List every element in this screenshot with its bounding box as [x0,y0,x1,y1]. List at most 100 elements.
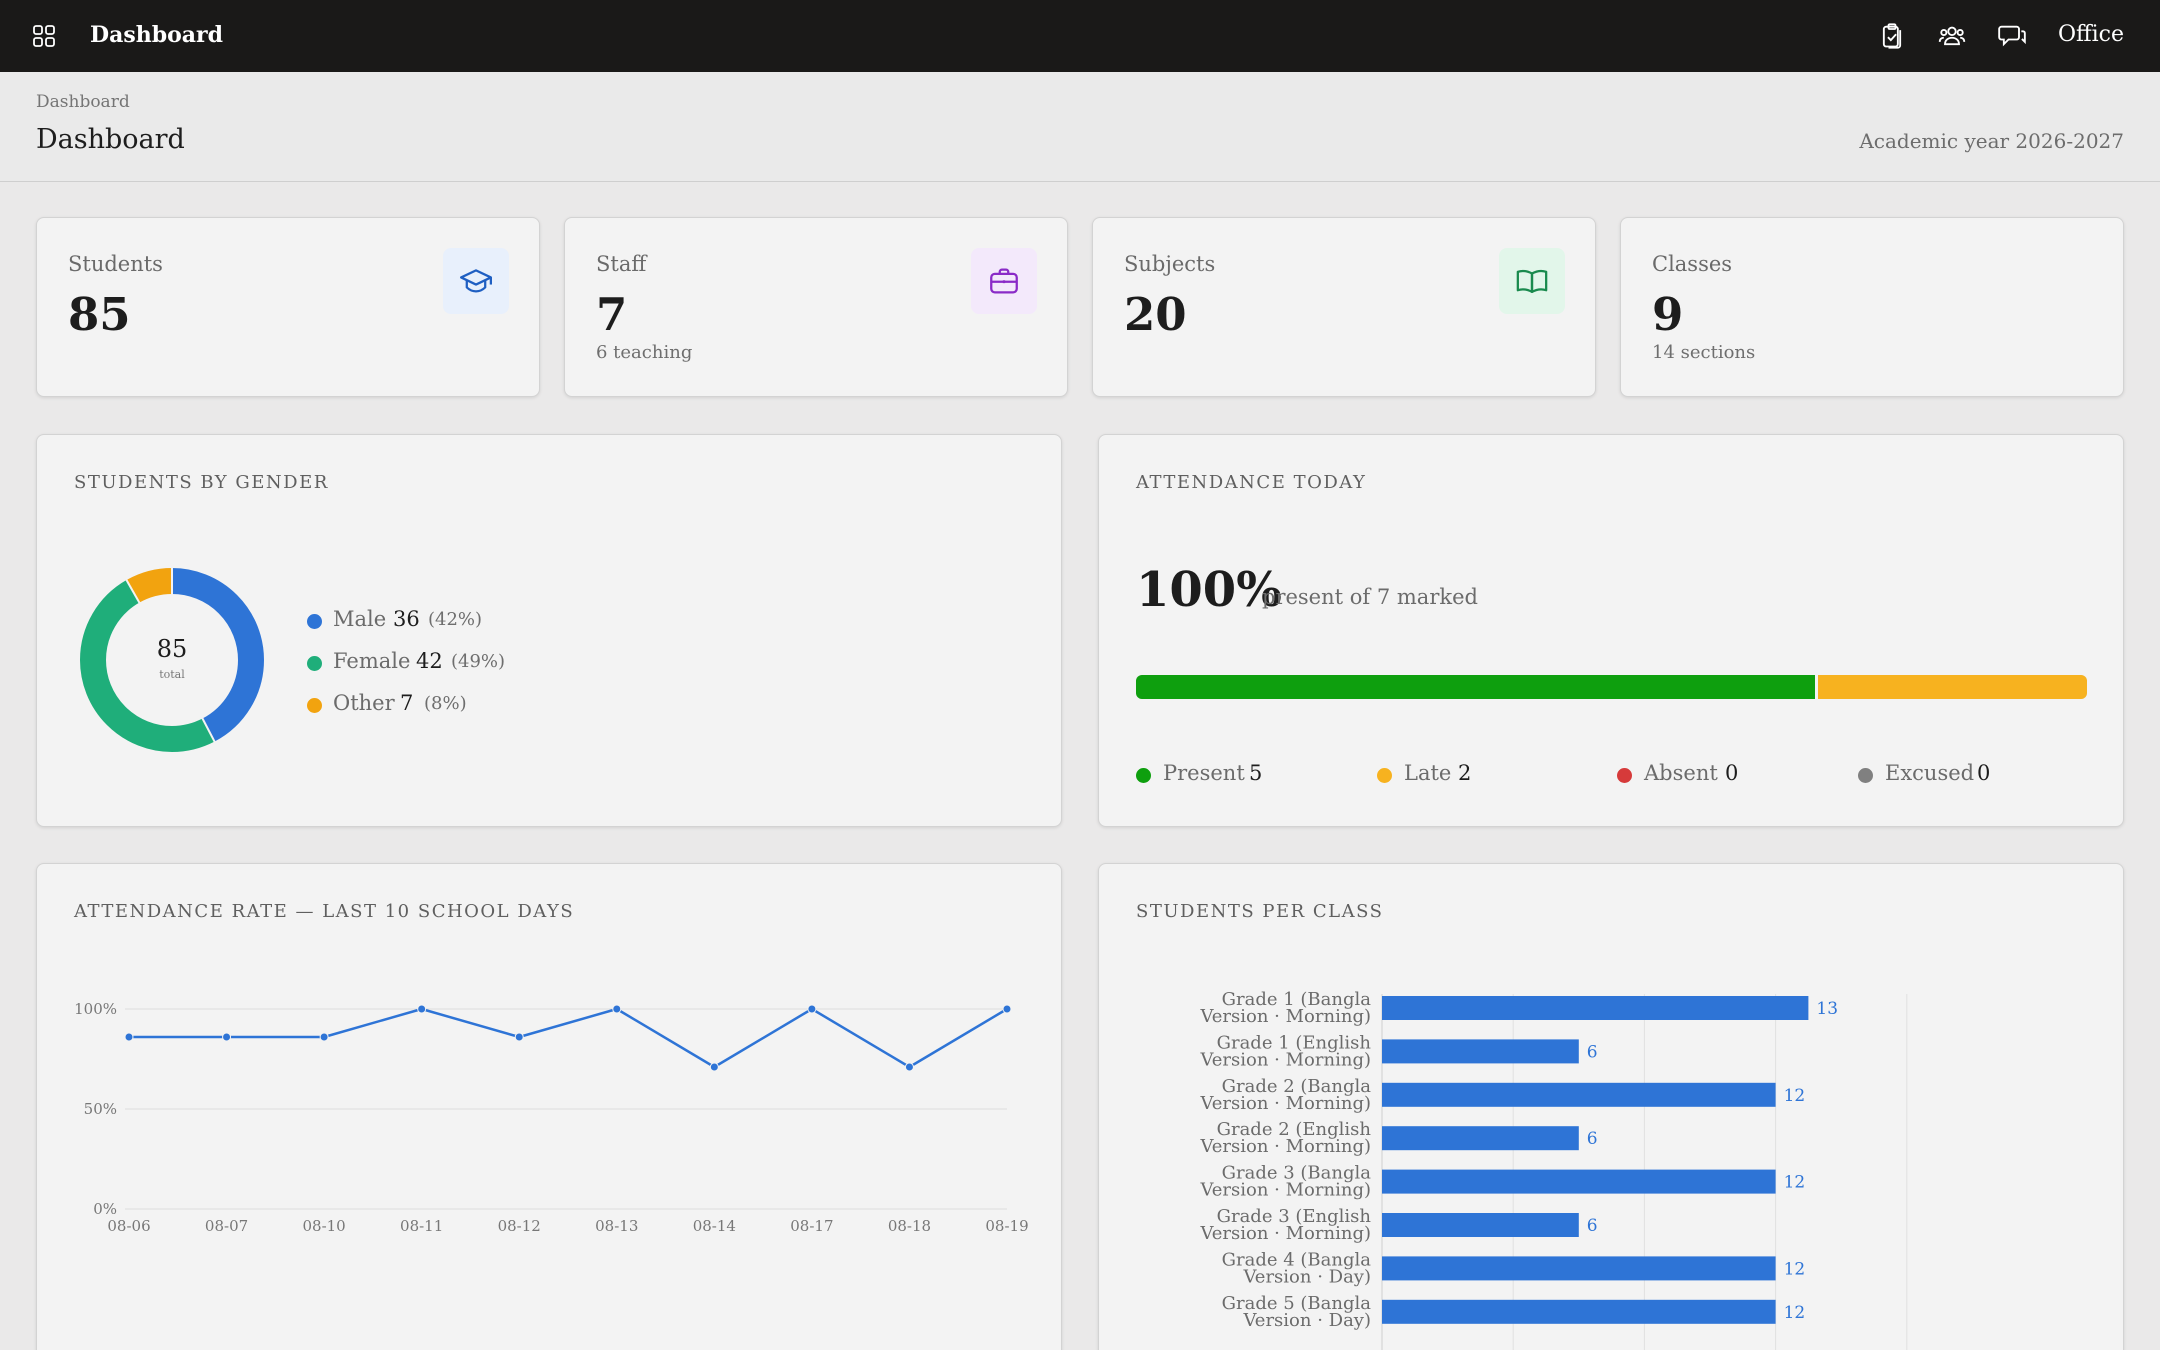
app-title[interactable]: Dashboard [90,22,223,48]
legend-percent: (42%) [428,609,483,630]
attendance-bar-present [1136,675,1816,699]
stat-card-subjects[interactable]: Subjects 20 [1092,217,1596,397]
apps-grid-icon[interactable] [32,24,56,48]
data-point[interactable] [807,1004,817,1014]
legend-name: Female [333,649,411,673]
y-tick-label-line: Version · Morning) [1199,1093,1371,1114]
book-open-icon [1516,269,1548,294]
user-menu[interactable]: Office [2058,22,2124,47]
y-tick-label: Grade 2 (Bangla Version · Morning) [1199,1076,1371,1114]
academic-year: Academic year 2026-2027 [1859,129,2124,153]
attendance-percent: 100% [1136,562,1282,618]
graduation-cap-icon [459,269,493,293]
page-header: Dashboard Dashboard Academic year 2026-2… [0,72,2160,182]
stat-value: 20 [1124,288,1187,341]
legend-name: Male [333,607,387,631]
bar[interactable] [1382,996,1809,1020]
legend-dot [307,698,322,713]
clipboard-check-icon[interactable] [1878,22,1906,50]
page-title: Dashboard [36,124,185,155]
gender-card: STUDENTS BY GENDER 85 total Male 36 (42%… [36,434,1062,827]
legend-dot [1377,768,1392,783]
students-per-class-card: STUDENTS PER CLASS Grade 1 (Bangla Versio… [1098,863,2124,1350]
data-point[interactable] [612,1004,622,1014]
x-tick-label: 08-19 [985,1217,1028,1235]
bar-value-label: 12 [1784,1303,1806,1323]
attendance-stacked-bar [1136,675,2087,699]
data-point[interactable] [1002,1004,1012,1014]
stat-card-students[interactable]: Students 85 [36,217,540,397]
y-tick-label-line: Version · Day) [1242,1266,1371,1287]
bar[interactable] [1382,1126,1579,1151]
stat-label: Staff [596,252,647,276]
x-tick-label: 08-10 [302,1217,345,1235]
data-point[interactable] [124,1032,134,1042]
legend-dot [1136,768,1151,783]
legend-name: Absent [1644,761,1718,785]
y-tick-label-line: Version · Day) [1242,1310,1371,1331]
top-bar: Dashboard Office [0,0,2160,72]
legend-dot [1617,768,1632,783]
legend-percent: (8%) [424,693,467,714]
bar[interactable] [1382,1213,1579,1237]
stat-value: 9 [1652,288,1684,341]
donut-total-label: total [159,668,185,681]
bar-value-label: 6 [1587,1129,1598,1149]
x-tick-label: 08-17 [790,1217,833,1235]
bar[interactable] [1382,1039,1579,1064]
data-point[interactable] [904,1062,914,1072]
legend-name: Other [333,691,395,715]
y-tick-label: Grade 2 (English Version · Morning) [1199,1119,1371,1157]
legend-dot [1858,768,1873,783]
legend-dot [307,614,322,629]
attendance-line-chart: 0% 50% 100% 08-06 08-07 08-10 08-11 08-12 08-13 0… [74,1000,1029,1235]
y-tick-label: Grade 3 (Bangla Version · Morning) [1199,1163,1371,1201]
stat-icon-box [443,248,509,314]
x-tick-label: 08-18 [888,1217,931,1235]
bar-value-label: 12 [1784,1259,1806,1279]
legend-count: 42 [416,649,443,673]
stat-label: Subjects [1124,252,1216,276]
bar[interactable] [1382,1256,1776,1281]
chat-bubbles-icon[interactable] [1998,22,2026,50]
bar-value-label: 12 [1784,1086,1806,1106]
data-point[interactable] [709,1062,719,1072]
legend-dot [307,656,322,671]
y-tick-label: Grade 3 (English Version · Morning) [1199,1206,1371,1244]
stat-value: 85 [68,288,131,341]
y-tick-label: 50% [84,1100,117,1118]
data-point[interactable] [417,1004,427,1014]
x-tick-label: 08-12 [498,1217,541,1235]
bar-value-label: 12 [1784,1173,1806,1193]
y-tick-label: Grade 4 (Bangla Version · Day) [1222,1249,1372,1287]
bar-value-label: 6 [1587,1216,1598,1236]
y-tick-label: Grade 1 (English Version · Morning) [1199,1032,1371,1070]
donut-total: 85 [157,635,188,663]
bar[interactable] [1382,1082,1776,1107]
breadcrumb[interactable]: Dashboard [36,92,130,112]
attendance-subtitle: present of 7 marked [1262,585,1478,609]
stat-label: Classes [1652,252,1733,276]
stat-label: Students [68,252,163,276]
bar[interactable] [1382,1169,1776,1194]
y-tick-label-line: Version · Morning) [1199,1006,1371,1027]
stat-card-staff[interactable]: Staff 7 6 teaching [564,217,1068,397]
legend-count: 2 [1458,761,1472,785]
y-tick-label: 100% [74,1000,117,1018]
users-icon[interactable] [1938,22,1966,50]
legend-percent: (49%) [451,651,506,672]
legend-name: Late [1404,761,1452,785]
bar[interactable] [1382,1299,1776,1324]
stat-icon-box [971,248,1037,314]
y-tick-label-line: Version · Morning) [1199,1049,1371,1070]
y-tick-label-line: Version · Morning) [1199,1136,1371,1157]
stat-card-classes[interactable]: Classes 9 14 sections [1620,217,2124,397]
bar-value-label: 6 [1587,1042,1598,1062]
y-tick-label-line: Version · Morning) [1199,1180,1371,1201]
data-point[interactable] [319,1032,329,1042]
y-tick-label: Grade 5 (Bangla Version · Day) [1222,1293,1372,1331]
data-point[interactable] [222,1032,232,1042]
data-point[interactable] [514,1032,524,1042]
briefcase-icon [990,268,1018,294]
stat-icon-box [1499,248,1565,314]
